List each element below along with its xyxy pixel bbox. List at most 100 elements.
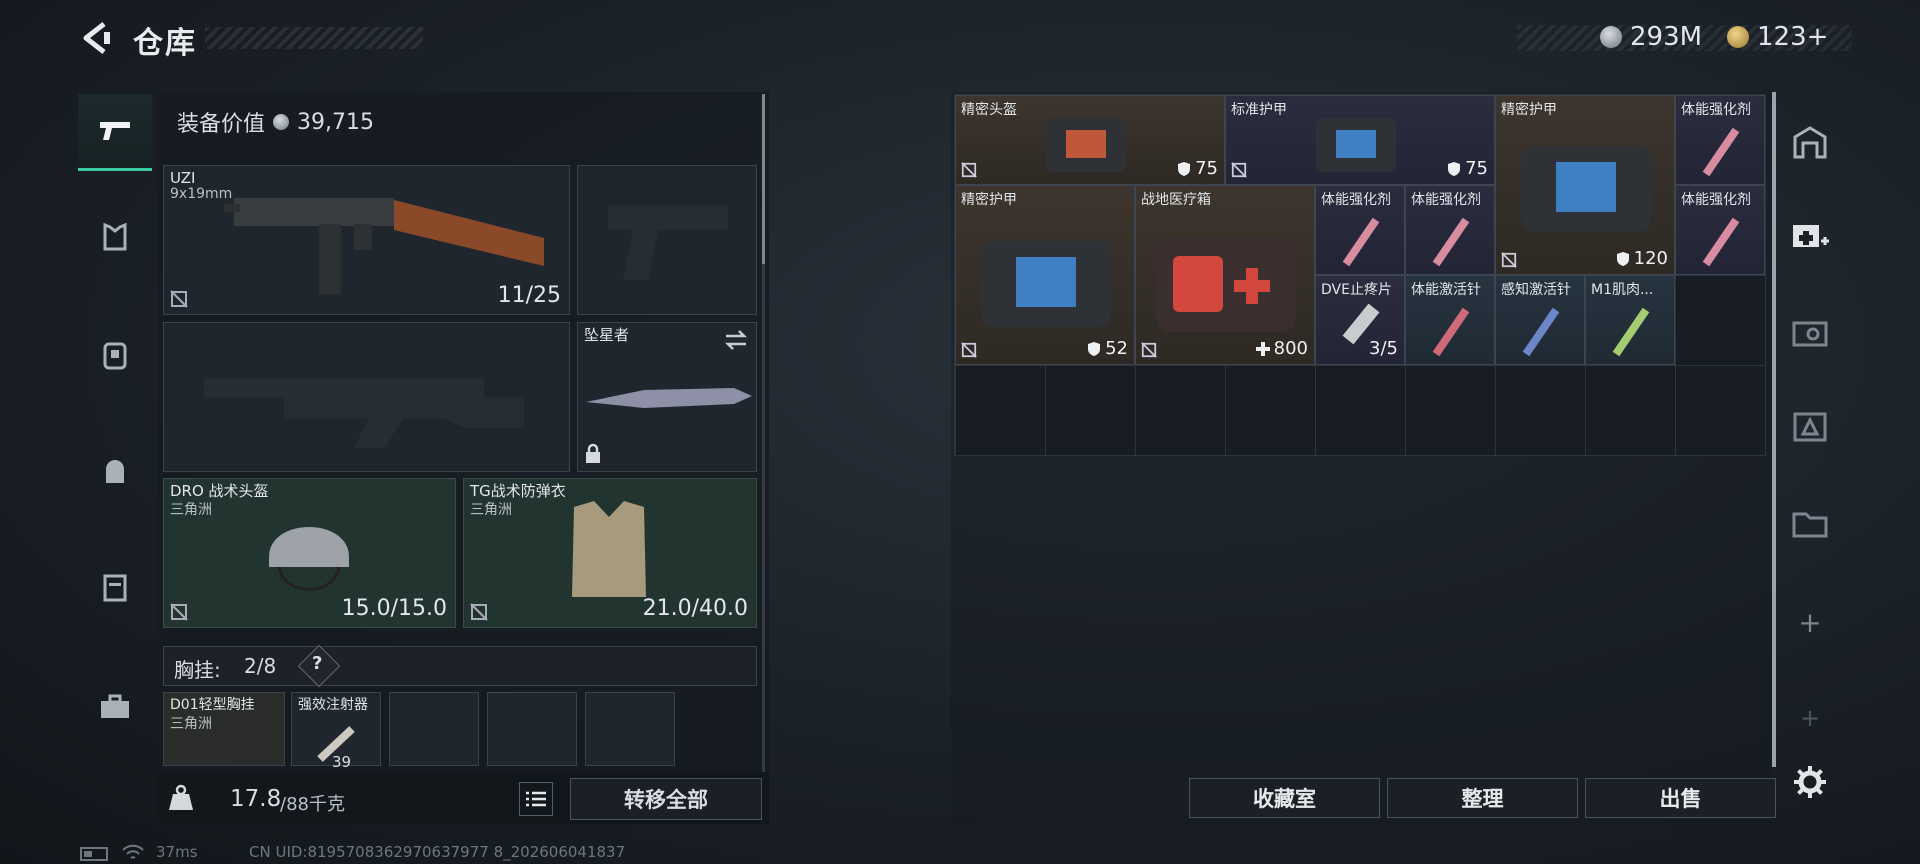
equipment-value-amount: 39,715 xyxy=(297,109,374,135)
no-insure-icon xyxy=(1501,252,1517,268)
tab-armor[interactable] xyxy=(78,200,152,274)
pistol-icon xyxy=(100,122,130,140)
no-insure-icon xyxy=(961,162,977,178)
rig-empty-slot[interactable] xyxy=(585,692,675,766)
help-icon[interactable]: ? xyxy=(312,653,322,674)
melee-slot[interactable]: 坠星者 xyxy=(577,322,757,472)
item-name: DVE止疼片 xyxy=(1321,282,1392,298)
list-icon xyxy=(526,791,546,807)
rig-item-map: 三角洲 xyxy=(170,716,212,732)
tab-container[interactable] xyxy=(78,551,152,625)
back-arrow-icon[interactable] xyxy=(78,20,114,56)
stash-item[interactable]: M1肌肉... xyxy=(1585,275,1675,365)
syringe-image xyxy=(1612,307,1650,357)
weapon-ammo-type: 9x19mm xyxy=(170,186,233,202)
item-name: 标准护甲 xyxy=(1231,102,1287,118)
stash-item[interactable]: 体能强化剂 xyxy=(1675,95,1765,185)
equipment-storage-icon[interactable] xyxy=(1790,406,1830,446)
rig-slot[interactable]: D01轻型胸挂 三角洲 xyxy=(163,692,285,766)
organize-button[interactable]: 整理 xyxy=(1387,778,1578,818)
briefcase-icon xyxy=(101,694,129,718)
rig-empty-slot[interactable] xyxy=(389,692,479,766)
stash-item[interactable]: 精密护甲 52 xyxy=(955,185,1135,365)
scrollbar[interactable] xyxy=(762,94,765,794)
weight-bar: 17.8 /88千克 转移全部 xyxy=(157,772,769,824)
bag-icon xyxy=(106,460,124,483)
helmet-durability: 15.0/15.0 xyxy=(341,596,447,621)
stash-item[interactable]: 标准护甲 75 xyxy=(1225,95,1495,185)
armor-slot[interactable]: TG战术防弹衣 三角洲 21.0/40.0 xyxy=(463,478,757,628)
secondary-weapon-slot[interactable] xyxy=(163,322,570,472)
tab-case[interactable] xyxy=(78,670,152,744)
shield-icon xyxy=(1088,341,1101,356)
misc-storage-icon[interactable] xyxy=(1790,502,1830,542)
gold-currency[interactable]: 123+ xyxy=(1727,22,1828,52)
list-view-button[interactable] xyxy=(519,782,553,816)
stash-item[interactable]: 体能激活针 xyxy=(1405,275,1495,365)
stash-item[interactable]: 精密护甲 120 xyxy=(1495,95,1675,275)
stash-item[interactable]: DVE止疼片 3/5 xyxy=(1315,275,1405,365)
ping-text: 37ms xyxy=(156,843,198,861)
stash-icon[interactable] xyxy=(1790,122,1830,162)
item-name: 战地医疗箱 xyxy=(1141,192,1211,208)
syringe-image xyxy=(1702,127,1740,177)
armor-map: 三角洲 xyxy=(470,502,512,518)
medkit-image xyxy=(1156,236,1296,332)
knife-image xyxy=(586,388,752,408)
syringe-image xyxy=(1522,307,1560,357)
tab-bag[interactable] xyxy=(78,434,152,508)
primary-weapon-slot[interactable]: UZI 9x19mm 11/25 xyxy=(163,165,570,315)
injector-value: 39 xyxy=(332,753,352,771)
chest-rig-count: 2/8 xyxy=(244,654,277,678)
item-name: 精密护甲 xyxy=(961,192,1017,208)
injector-name: 强效注射器 xyxy=(298,697,368,713)
vest-image xyxy=(572,501,646,597)
stash-scrollbar-thumb[interactable] xyxy=(1772,92,1776,767)
stash-item[interactable]: 体能强化剂 xyxy=(1405,185,1495,275)
stash-item[interactable]: 精密头盔 75 xyxy=(955,95,1225,185)
weapon-name: UZI xyxy=(170,169,196,187)
shield-icon xyxy=(1178,161,1191,176)
category-tabbar xyxy=(78,86,152,806)
medical-storage-icon[interactable] xyxy=(1790,216,1830,256)
shield-icon xyxy=(1448,161,1461,176)
item-name: 体能强化剂 xyxy=(1681,192,1751,208)
armor-bag-image xyxy=(981,241,1111,327)
no-insure-icon xyxy=(1141,342,1157,358)
stash-scrollbar[interactable] xyxy=(1772,92,1776,767)
tab-backpack[interactable] xyxy=(78,317,152,391)
helmet-slot[interactable]: DRO 战术头盔 三角洲 15.0/15.0 xyxy=(163,478,456,628)
wifi-icon xyxy=(122,844,144,859)
weapon-ammo: 11/25 xyxy=(497,283,561,308)
ammo-storage-icon[interactable] xyxy=(1790,312,1830,352)
pistol-slot[interactable] xyxy=(577,165,757,315)
tab-weapons[interactable] xyxy=(78,94,152,171)
item-heal-value: 800 xyxy=(1255,338,1308,359)
armor-durability: 21.0/40.0 xyxy=(642,596,748,621)
stash-shelf-icon xyxy=(1793,126,1827,159)
silver-coin-icon xyxy=(273,114,290,130)
add-storage-button[interactable]: + xyxy=(1790,602,1830,642)
vest-icon xyxy=(103,222,127,251)
item-name: 精密护甲 xyxy=(1501,102,1557,118)
scrollbar-thumb[interactable] xyxy=(762,94,765,264)
silver-currency[interactable]: 293M xyxy=(1600,22,1702,52)
injector-slot[interactable]: 强效注射器 39 xyxy=(291,692,381,771)
helmet-image xyxy=(269,527,349,591)
settings-button[interactable] xyxy=(1790,762,1830,802)
collection-room-button[interactable]: 收藏室 xyxy=(1189,778,1380,818)
battery-icon xyxy=(80,847,108,861)
item-name: 精密头盔 xyxy=(961,102,1017,118)
stash-item[interactable]: 体能强化剂 xyxy=(1675,185,1765,275)
stash-item[interactable]: 战地医疗箱 800 xyxy=(1135,185,1315,365)
transfer-all-button[interactable]: 转移全部 xyxy=(570,778,762,820)
swap-icon[interactable] xyxy=(724,329,748,351)
stash-item[interactable]: 体能强化剂 xyxy=(1315,185,1405,275)
sell-button[interactable]: 出售 xyxy=(1585,778,1776,818)
rig-empty-slot[interactable] xyxy=(487,692,577,766)
armor-bag-image xyxy=(1316,118,1396,172)
item-name: 体能强化剂 xyxy=(1321,192,1391,208)
stash-item[interactable]: 感知激活针 xyxy=(1495,275,1585,365)
silver-coin-icon xyxy=(1600,26,1622,48)
uid-text: CN UID:8195708362970637977 8_20260604183… xyxy=(249,843,626,861)
